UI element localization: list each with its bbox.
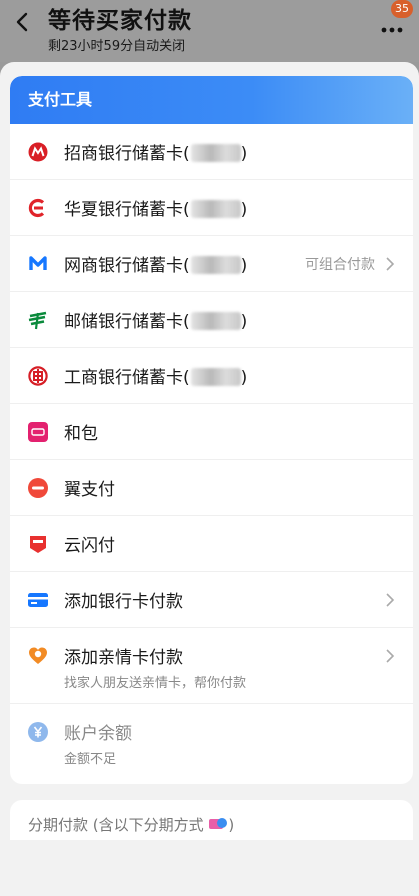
icbc-bank-icon xyxy=(28,366,48,386)
unionpay-quickpass-icon xyxy=(30,536,46,553)
payment-method-bestpay[interactable]: 翼支付 xyxy=(10,460,413,516)
family-card-icon xyxy=(29,647,47,664)
countdown-text: 剩23小时59分自动关闭 xyxy=(48,39,186,54)
add-family-card[interactable]: 添加亲情卡付款 找家人朋友送亲情卡，帮你付款 xyxy=(10,628,413,704)
payment-method-label: 工商银行储蓄卡( xyxy=(64,368,190,388)
payment-method-label: 添加亲情卡付款 xyxy=(64,648,183,668)
payment-method-mybank[interactable]: 网商银行储蓄卡() 可组合付款 xyxy=(10,236,413,292)
chevron-right-icon[interactable] xyxy=(385,256,395,272)
masked-card-number xyxy=(190,256,241,274)
psbc-bank-icon xyxy=(28,311,47,330)
masked-card-number xyxy=(190,312,241,330)
masked-card-number xyxy=(190,200,241,218)
hebao-icon xyxy=(28,422,48,442)
masked-card-number xyxy=(190,368,241,386)
payment-method-label: 华夏银行储蓄卡( xyxy=(64,200,190,220)
mybank-icon xyxy=(29,256,47,270)
payment-method-hxb[interactable]: 华夏银行储蓄卡() xyxy=(10,180,413,236)
chevron-right-icon[interactable] xyxy=(385,592,395,608)
payment-method-label: 和包 xyxy=(64,424,98,444)
combine-payment-hint[interactable]: 可组合付款 xyxy=(305,254,375,274)
masked-card-number xyxy=(190,144,241,162)
account-balance: 账户余额 金额不足 xyxy=(10,704,413,780)
bank-card-icon xyxy=(28,593,48,607)
page-title: 等待买家付款 xyxy=(48,8,192,34)
payment-method-label: 翼支付 xyxy=(64,480,115,500)
payment-method-label: 邮储银行储蓄卡( xyxy=(64,312,190,332)
order-header: 等待买家付款 剩23小时59分自动关闭 35 xyxy=(0,0,419,62)
installment-label: 分期付款 (含以下分期方式 xyxy=(28,816,204,834)
payment-method-label: 添加银行卡付款 xyxy=(64,592,183,612)
add-bank-card[interactable]: 添加银行卡付款 xyxy=(10,572,413,628)
payment-tools-panel: 支付工具 招商银行储蓄卡() 华夏银行储蓄卡() 网商银行储蓄卡() 可组合付款 xyxy=(10,76,413,784)
notification-badge: 35 xyxy=(391,0,413,18)
payment-method-quickpass[interactable]: 云闪付 xyxy=(10,516,413,572)
back-icon[interactable] xyxy=(12,8,34,36)
payment-method-label: 招商银行储蓄卡( xyxy=(64,144,190,164)
hxb-bank-icon xyxy=(28,198,45,218)
payment-method-hebao[interactable]: 和包 xyxy=(10,404,413,460)
payment-method-psbc[interactable]: 邮储银行储蓄卡() xyxy=(10,292,413,348)
cmb-bank-icon xyxy=(28,142,48,162)
installment-promo-icon xyxy=(209,818,228,829)
balance-insufficient-text: 金额不足 xyxy=(64,752,117,767)
payment-method-icbc[interactable]: 工商银行储蓄卡() xyxy=(10,348,413,404)
payment-method-cmb[interactable]: 招商银行储蓄卡() xyxy=(10,124,413,180)
chevron-right-icon[interactable] xyxy=(385,648,395,664)
payment-method-label: 账户余额 xyxy=(64,724,132,744)
balance-icon xyxy=(28,722,48,742)
installment-section[interactable]: 分期付款 (含以下分期方式 ) xyxy=(10,800,413,840)
panel-title: 支付工具 xyxy=(10,76,413,124)
payment-method-label: 网商银行储蓄卡( xyxy=(64,256,190,276)
bestpay-icon xyxy=(28,478,48,498)
payment-method-label: 云闪付 xyxy=(64,536,115,556)
family-card-description: 找家人朋友送亲情卡，帮你付款 xyxy=(64,676,247,691)
